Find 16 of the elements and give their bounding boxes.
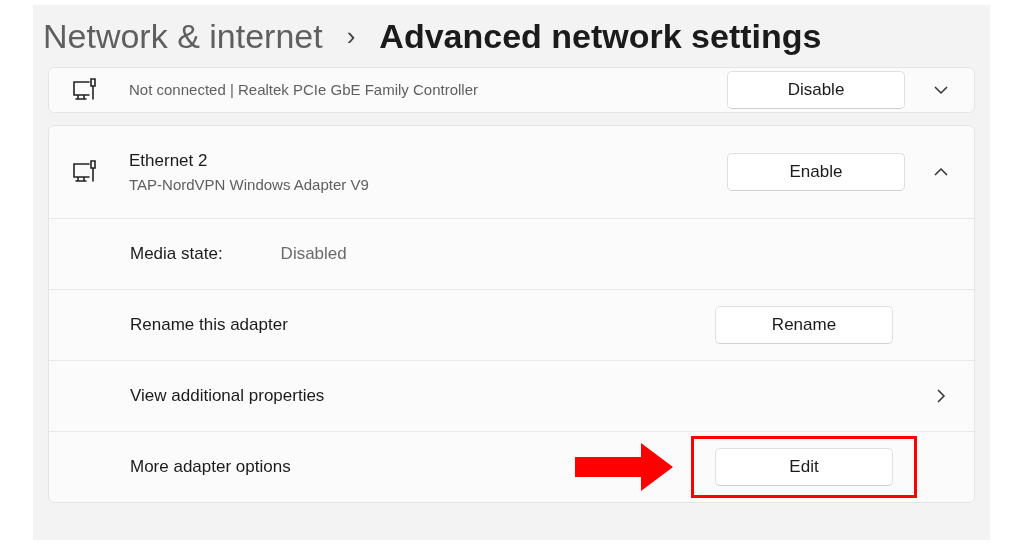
- page-title: Advanced network settings: [379, 15, 822, 57]
- adapter-toggle-button[interactable]: Disable: [727, 71, 905, 109]
- adapter-description: TAP-NordVPN Windows Adapter V9: [129, 174, 370, 195]
- setting-value: Disabled: [280, 243, 347, 266]
- breadcrumb-parent[interactable]: Network & internet: [43, 10, 323, 62]
- adapter-description: Not connected | Realtek PCIe GbE Family Controller: [129, 79, 480, 100]
- setting-label: More adapter options: [130, 456, 291, 479]
- setting-label: Rename this adapter: [130, 314, 288, 337]
- action-button[interactable]: Edit: [715, 448, 893, 486]
- arrow-icon: [575, 443, 673, 491]
- breadcrumb-separator: ›: [346, 19, 356, 53]
- action-button[interactable]: Rename: [715, 306, 893, 344]
- setting-label: Media state:: [130, 243, 223, 266]
- adapter-name: Ethernet 2: [129, 150, 209, 172]
- setting-label: View additional properties: [130, 385, 325, 408]
- adapter-toggle-button[interactable]: Enable: [727, 153, 905, 191]
